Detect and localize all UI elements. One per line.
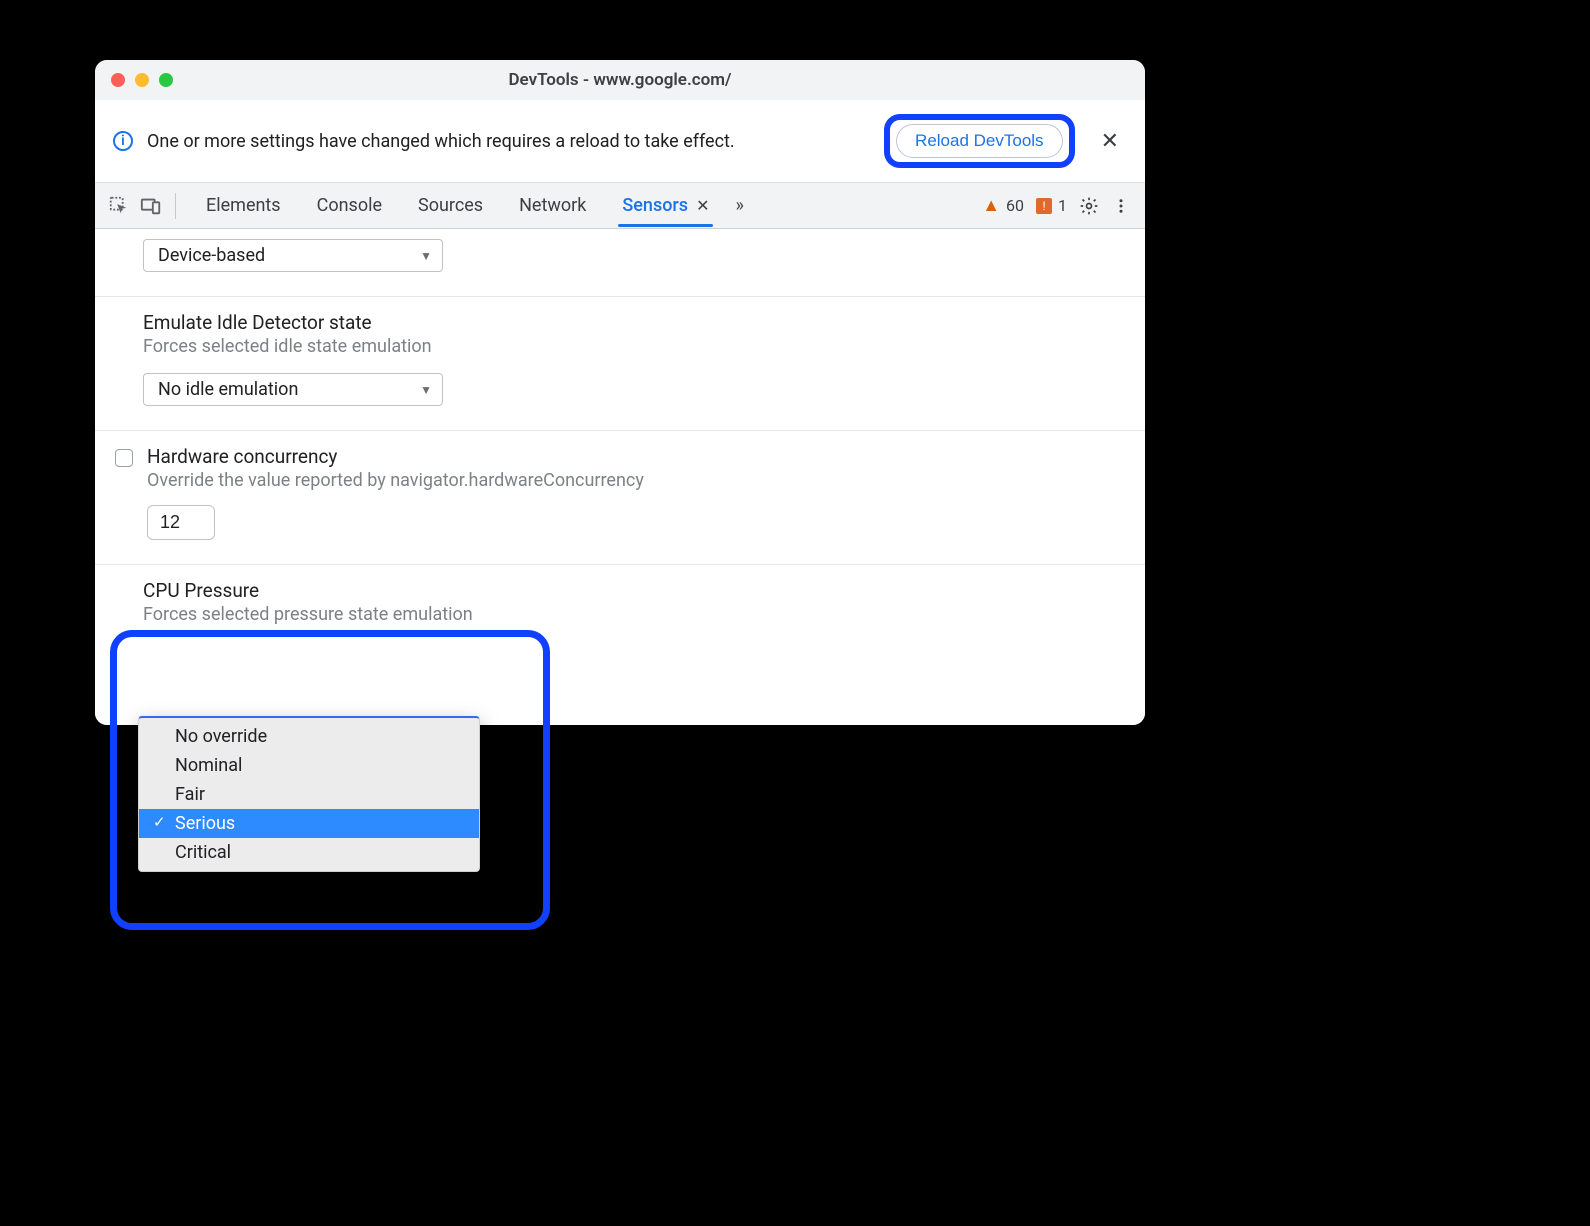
titlebar: DevTools - www.google.com/ xyxy=(95,60,1145,100)
idle-value: No idle emulation xyxy=(158,379,298,400)
separator xyxy=(175,193,176,219)
cpu-option-serious[interactable]: Serious xyxy=(139,809,479,838)
tab-sensors-label: Sensors xyxy=(622,195,688,216)
hw-title: Hardware concurrency xyxy=(147,445,644,468)
cpu-subtitle: Forces selected pressure state emulation xyxy=(143,604,1123,625)
settings-icon[interactable] xyxy=(1075,192,1103,220)
cpu-option-critical[interactable]: Critical xyxy=(139,838,479,867)
section-device-based: Device-based ▼ xyxy=(95,229,1145,297)
sensors-panel: Device-based ▼ Emulate Idle Detector sta… xyxy=(95,229,1145,725)
device-based-select[interactable]: Device-based ▼ xyxy=(143,239,443,272)
window-title: DevTools - www.google.com/ xyxy=(95,70,1145,90)
errors-indicator[interactable]: ! 1 xyxy=(1032,196,1071,215)
window-maximize-button[interactable] xyxy=(159,73,173,87)
window-minimize-button[interactable] xyxy=(135,73,149,87)
hw-subtitle: Override the value reported by navigator… xyxy=(147,470,644,491)
tab-console[interactable]: Console xyxy=(301,185,398,226)
warnings-indicator[interactable]: ▲ 60 xyxy=(978,195,1028,216)
tabs-overflow-button[interactable]: » xyxy=(729,195,749,216)
tab-elements[interactable]: Elements xyxy=(190,185,297,226)
warnings-count: 60 xyxy=(1006,196,1024,215)
idle-subtitle: Forces selected idle state emulation xyxy=(143,336,1123,357)
tab-sensors[interactable]: Sensors ✕ xyxy=(606,185,725,226)
tabbar: Elements Console Sources Network Sensors… xyxy=(95,183,1145,229)
section-idle-detector: Emulate Idle Detector state Forces selec… xyxy=(95,297,1145,431)
cpu-option-fair[interactable]: Fair xyxy=(139,780,479,809)
tab-sources[interactable]: Sources xyxy=(402,185,499,226)
device-based-value: Device-based xyxy=(158,245,265,266)
hw-concurrency-input[interactable] xyxy=(147,505,215,540)
window-close-button[interactable] xyxy=(111,73,125,87)
reload-highlight: Reload DevTools xyxy=(884,114,1075,168)
hw-concurrency-checkbox[interactable] xyxy=(115,449,133,467)
info-icon: i xyxy=(113,131,133,151)
infobar-close-button[interactable]: ✕ xyxy=(1093,125,1127,158)
devtools-window: DevTools - www.google.com/ i One or more… xyxy=(95,60,1145,725)
warning-icon: ▲ xyxy=(982,195,1000,216)
idle-title: Emulate Idle Detector state xyxy=(143,311,1123,334)
reload-devtools-button[interactable]: Reload DevTools xyxy=(896,124,1063,158)
infobar: i One or more settings have changed whic… xyxy=(95,100,1145,183)
section-cpu-pressure: CPU Pressure Forces selected pressure st… xyxy=(95,565,1145,725)
tab-close-icon[interactable]: ✕ xyxy=(696,196,709,215)
cpu-title: CPU Pressure xyxy=(143,579,1123,602)
inspect-element-icon[interactable] xyxy=(105,192,133,220)
traffic-lights xyxy=(95,73,173,87)
section-hardware-concurrency: Hardware concurrency Override the value … xyxy=(95,431,1145,565)
idle-select[interactable]: No idle emulation ▼ xyxy=(143,373,443,406)
chevron-down-icon: ▼ xyxy=(420,383,432,397)
chevron-down-icon: ▼ xyxy=(420,249,432,263)
cpu-option-no-override[interactable]: No override xyxy=(139,722,479,751)
errors-count: 1 xyxy=(1058,196,1067,215)
cpu-pressure-dropdown: No override Nominal Fair Serious Critica… xyxy=(138,716,480,872)
cpu-option-nominal[interactable]: Nominal xyxy=(139,751,479,780)
device-toolbar-icon[interactable] xyxy=(137,192,165,220)
infobar-message: One or more settings have changed which … xyxy=(147,131,876,152)
more-menu-icon[interactable] xyxy=(1107,192,1135,220)
error-icon: ! xyxy=(1036,198,1052,214)
tab-network[interactable]: Network xyxy=(503,185,602,226)
